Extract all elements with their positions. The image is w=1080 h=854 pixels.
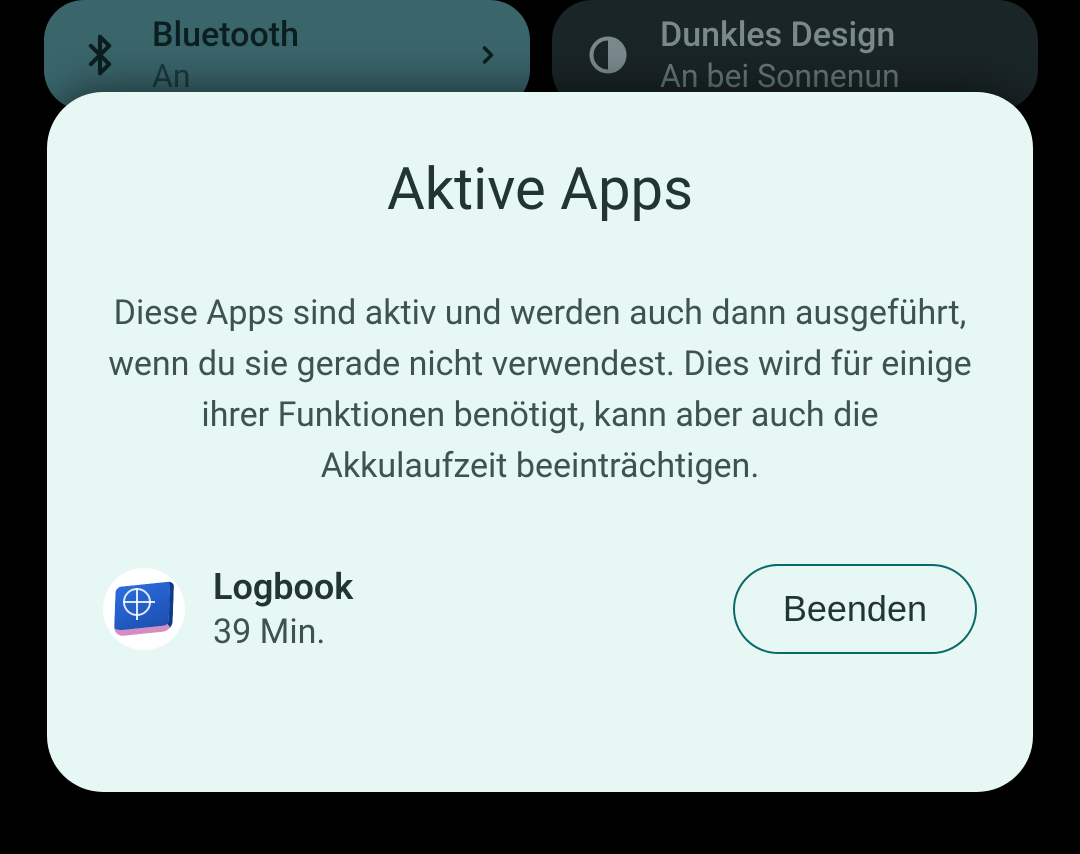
app-info: Logbook 39 Min. — [213, 566, 705, 652]
qs-bluetooth-title: Bluetooth — [152, 15, 450, 55]
app-icon-logbook — [103, 568, 185, 650]
qs-darkmode-title: Dunkles Design — [660, 15, 1010, 55]
active-apps-sheet: Aktive Apps Diese Apps sind aktiv und we… — [47, 92, 1033, 792]
sheet-title: Aktive Apps — [95, 156, 985, 224]
sheet-description: Diese Apps sind aktiv und werden auch da… — [95, 288, 985, 492]
qs-darkmode-status: An bei Sonnenun — [660, 57, 1010, 95]
qs-bluetooth-text: Bluetooth An — [152, 15, 450, 95]
dark-mode-icon — [580, 27, 636, 83]
qs-bluetooth-status: An — [152, 57, 450, 95]
active-app-row: Logbook 39 Min. Beenden — [95, 556, 985, 662]
stop-button[interactable]: Beenden — [733, 564, 977, 654]
app-duration: 39 Min. — [213, 612, 705, 652]
bluetooth-icon — [72, 27, 128, 83]
app-name: Logbook — [213, 566, 705, 608]
chevron-right-icon — [474, 41, 502, 69]
qs-darkmode-text: Dunkles Design An bei Sonnenun — [660, 15, 1010, 95]
